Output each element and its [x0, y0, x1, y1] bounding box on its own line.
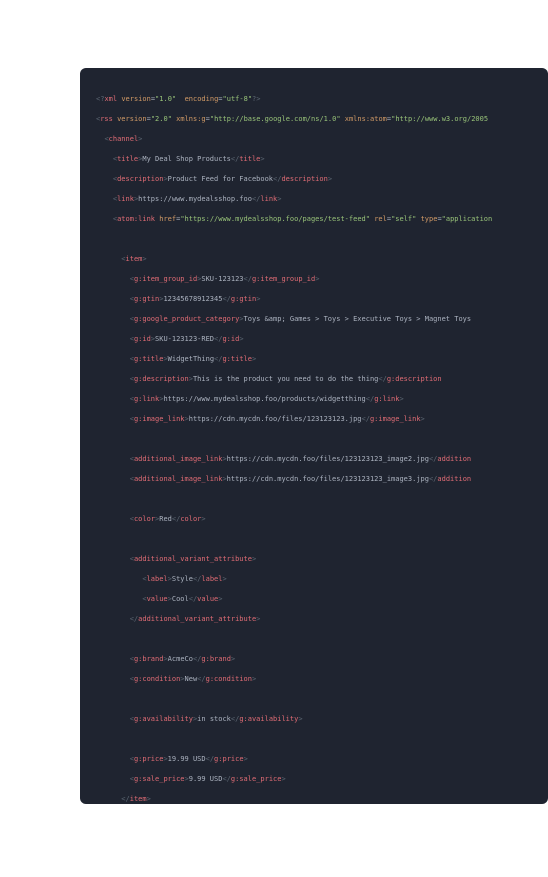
code-line: <label>Style</label> [80, 574, 548, 584]
item0-link: https://www.mydealsshop.foo/products/wid… [163, 395, 365, 403]
code-line: <g:condition>New</g:condition> [80, 674, 548, 684]
item0-addimg2: https://cdn.mycdn.foo/files/123123123_im… [227, 475, 429, 483]
code-line: <g:availability>in stock</g:availability… [80, 714, 548, 724]
rss-xmlns-g: http://base.google.com/ns/1.0 [214, 115, 336, 123]
code-line: <atom:link href="https://www.mydealsshop… [80, 214, 548, 224]
code-line: <g:brand>AcmeCo</g:brand> [80, 654, 548, 664]
code-line: <g:google_product_category>Toys &amp; Ga… [80, 314, 548, 324]
code-line: <g:item_group_id>SKU-123123</g:item_grou… [80, 274, 548, 284]
code-line: <additional_image_link>https://cdn.mycdn… [80, 454, 548, 464]
item0-desc: This is the product you need to do the t… [193, 375, 378, 383]
item0-image: https://cdn.mycdn.foo/files/123123123.jp… [189, 415, 362, 423]
code-line: </additional_variant_attribute> [80, 614, 548, 624]
code-line: <g:price>19.99 USD</g:price> [80, 754, 548, 764]
code-line: <g:title>WidgetThing</g:title> [80, 354, 548, 364]
item0-brand: AcmeCo [168, 655, 193, 663]
code-line: <g:description>This is the product you n… [80, 374, 548, 384]
item0-gtin: 12345678912345 [163, 295, 222, 303]
code-line: <g:sale_price>9.99 USD</g:sale_price> [80, 774, 548, 784]
code-line: <g:gtin>12345678912345</g:gtin> [80, 294, 548, 304]
atom-href: https://www.mydealsshop.foo/pages/test-f… [185, 215, 366, 223]
code-line: <title>My Deal Shop Products</title> [80, 154, 548, 164]
code-line: <g:image_link>https://cdn.mycdn.foo/file… [80, 414, 548, 424]
code-line: <rss version="2.0" xmlns:g="http://base.… [80, 114, 548, 124]
item0-condition: New [185, 675, 198, 683]
item0-availability: in stock [197, 715, 231, 723]
code-line: <g:link>https://www.mydealsshop.foo/prod… [80, 394, 548, 404]
code-line: </item> [80, 794, 548, 804]
atom-rel: self [395, 215, 412, 223]
code-block: <?xml version="1.0" encoding="utf-8"?> <… [80, 68, 548, 804]
item0-variant-value: Cool [172, 595, 189, 603]
channel-link: https://www.mydealsshop.foo [138, 195, 252, 203]
item0-price: 19.99 USD [168, 755, 206, 763]
code-line: <item> [80, 254, 548, 264]
item0-addimg1: https://cdn.mycdn.foo/files/123123123_im… [227, 455, 429, 463]
code-line: <description>Product Feed for Facebook</… [80, 174, 548, 184]
item0-group-id: SKU-123123 [201, 275, 243, 283]
code-line: <value>Cool</value> [80, 594, 548, 604]
xml-version: 1.0 [159, 95, 172, 103]
channel-description: Product Feed for Facebook [168, 175, 273, 183]
code-line: <additional_image_link>https://cdn.mycdn… [80, 474, 548, 484]
item0-variant-label: Style [172, 575, 193, 583]
code-line: <channel> [80, 134, 548, 144]
item0-color: Red [159, 515, 172, 523]
channel-title: My Deal Shop Products [142, 155, 231, 163]
item0-id: SKU-123123-RED [155, 335, 214, 343]
code-line: <link>https://www.mydealsshop.foo</link> [80, 194, 548, 204]
item0-sale-price: 9.99 USD [189, 775, 223, 783]
rss-xmlns-atom: http://www.w3.org/2005 [395, 115, 488, 123]
item0-gpc: Toys &amp; Games > Toys > Executive Toys… [244, 315, 472, 323]
code-line: <color>Red</color> [80, 514, 548, 524]
code-line: <additional_variant_attribute> [80, 554, 548, 564]
xml-encoding: utf-8 [227, 95, 248, 103]
item0-title: WidgetThing [168, 355, 214, 363]
rss-version: 2.0 [155, 115, 168, 123]
atom-type: application [446, 215, 492, 223]
code-line: <g:id>SKU-123123-RED</g:id> [80, 334, 548, 344]
code-line: <?xml version="1.0" encoding="utf-8"?> [80, 94, 548, 104]
